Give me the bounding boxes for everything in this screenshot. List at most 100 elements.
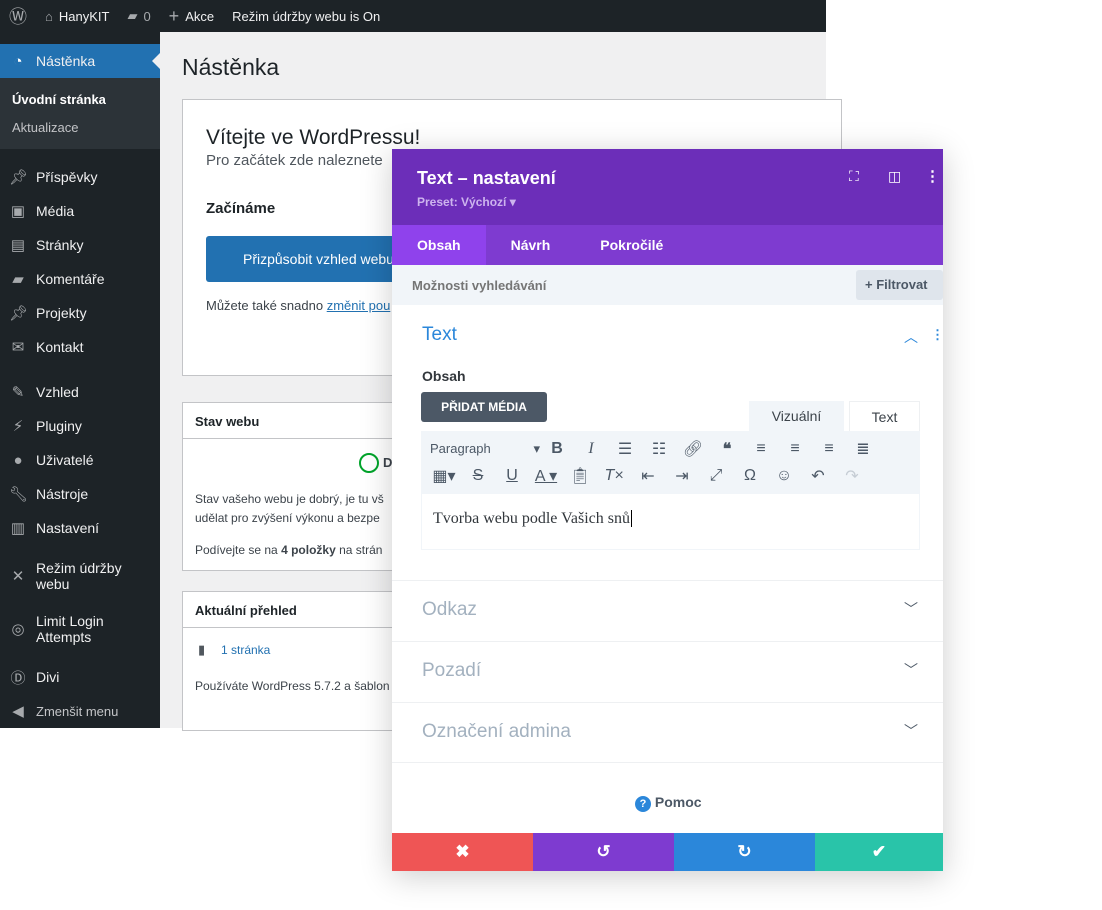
justify-icon[interactable]: ≣ <box>846 439 880 459</box>
numbered-list-icon[interactable]: ☷ <box>642 439 676 459</box>
submenu-home[interactable]: Úvodní stránka <box>12 92 106 107</box>
redo-button[interactable]: ↻ <box>674 833 815 871</box>
sidebar-item-1[interactable]: ▣ Média <box>0 194 160 228</box>
tab-advanced[interactable]: Pokročilé <box>575 225 688 265</box>
undo-icon[interactable]: ↶ <box>801 466 835 486</box>
sidebar-item-11[interactable]: ✕ Režim údržby webu <box>0 554 160 598</box>
tab-content[interactable]: Obsah <box>392 225 486 265</box>
add-media-button[interactable]: PŘIDAT MÉDIA <box>421 392 547 422</box>
settings-icon: ▥ <box>10 520 26 537</box>
tab-design[interactable]: Návrh <box>486 225 576 265</box>
new-content-link[interactable]: + Akce <box>160 0 223 32</box>
sidebar-item-10[interactable]: ▥ Nastavení <box>0 511 160 545</box>
sidebar-item-label: Uživatelé <box>36 452 94 468</box>
indent-icon[interactable]: ⇥ <box>665 466 699 486</box>
paste-text-icon[interactable]: 📋︎ <box>563 466 597 486</box>
text-color-icon[interactable]: A ▾ <box>529 466 563 486</box>
site-link[interactable]: ⌂ HanyKIT <box>36 0 118 32</box>
sidebar-item-4[interactable]: 📌︎ Projekty <box>0 296 160 330</box>
sidebar-item-12[interactable]: ◎ Limit Login Attempts <box>0 607 160 651</box>
sidebar-item-2[interactable]: ▤ Stránky <box>0 228 160 262</box>
user-icon: ● <box>13 451 23 469</box>
pages-icon: ▮ <box>198 642 206 657</box>
sidebar-item-7[interactable]: ⚡︎ Pluginy <box>0 409 160 443</box>
table-icon[interactable]: ▦▾ <box>427 466 461 486</box>
fullscreen-editor-icon[interactable]: ⤢ <box>699 467 733 485</box>
chevron-up-icon[interactable]: ︿ <box>904 327 918 347</box>
tab-text[interactable]: Text <box>849 401 920 431</box>
health-items-link[interactable]: 4 položky <box>281 543 336 557</box>
pin-icon: 📌︎ <box>9 169 29 186</box>
pages-icon: ▤ <box>10 237 26 254</box>
getting-started-heading: Začínáme <box>206 200 276 217</box>
maintenance-status[interactable]: Režim údržby webu is On <box>223 0 389 32</box>
search-input[interactable] <box>412 273 812 297</box>
media-icon: ▣ <box>10 203 26 220</box>
strikethrough-icon[interactable]: S <box>461 467 495 485</box>
filter-button[interactable]: + Filtrovat <box>856 270 943 300</box>
fullscreen-icon[interactable]: ⛶ <box>849 168 859 185</box>
underline-icon[interactable]: U <box>495 467 529 485</box>
save-button[interactable]: ✔ <box>815 833 943 871</box>
sidebar-item-label: Nastavení <box>36 520 100 536</box>
pages-count-link[interactable]: 1 stránka <box>221 643 270 657</box>
group-background[interactable]: Pozadí ﹀ <box>392 641 943 702</box>
sidebar-item-6[interactable]: ✎ Vzhled <box>0 375 160 409</box>
clear-format-icon[interactable]: T× <box>597 467 631 485</box>
chevron-down-icon: ﹀ <box>904 723 918 739</box>
chevron-down-icon: ﹀ <box>904 601 918 617</box>
italic-icon[interactable]: I <box>574 440 608 458</box>
quote-icon[interactable]: ❝ <box>710 439 744 459</box>
submenu: Úvodní stránka Aktualizace <box>0 78 160 149</box>
section-menu-icon[interactable]: ⋮ <box>931 327 944 343</box>
sidebar-item-14[interactable]: ◀ Zmenšit menu <box>0 694 160 728</box>
health-status: D <box>383 455 393 470</box>
align-left-icon[interactable]: ≡ <box>744 440 778 458</box>
sidebar-item-3[interactable]: ▰ Komentáře <box>0 262 160 296</box>
preset-select[interactable]: Preset: Výchozí ▾ <box>417 195 516 209</box>
admin-bar: Ⓦ ⌂ HanyKIT ▰ 0 + Akce Režim údržby webu is… <box>0 0 826 32</box>
bullet-list-icon[interactable]: ☰ <box>608 439 642 459</box>
special-char-icon[interactable]: Ω <box>733 467 767 485</box>
sidebar-item-label: Zmenšit menu <box>36 703 119 719</box>
align-center-icon[interactable]: ≡ <box>778 440 812 458</box>
sidebar-item-label: Režim údržby webu <box>36 560 122 592</box>
welcome-subtitle: Pro začátek zde naleznete <box>206 152 383 169</box>
group-link[interactable]: Odkaz ﹀ <box>392 580 943 641</box>
help-link[interactable]: ? Pomoc <box>635 794 702 812</box>
bold-icon[interactable]: B <box>540 440 574 458</box>
submenu-updates[interactable]: Aktualizace <box>12 120 78 135</box>
link-icon[interactable]: 🔗︎ <box>676 439 710 459</box>
redo-icon[interactable]: ↷ <box>835 466 869 486</box>
sidebar-item-0[interactable]: 📌︎ Příspěvky <box>0 160 160 194</box>
align-right-icon[interactable]: ≡ <box>812 440 846 458</box>
group-admin-label[interactable]: Označení admina ﹀ <box>392 702 943 763</box>
sidebar-item-8[interactable]: ● Uživatelé <box>0 443 160 477</box>
split-view-icon[interactable]: ◫ <box>888 168 901 185</box>
sidebar-item-label: Projekty <box>36 305 87 321</box>
sidebar-item-dashboard[interactable]: ◔ Nástěnka <box>0 44 160 78</box>
chevron-down-icon: ﹀ <box>904 662 918 678</box>
content-label: Obsah <box>422 368 466 384</box>
tab-visual[interactable]: Vizuální <box>749 401 844 431</box>
editor-body[interactable]: Tvorba webu podle Vašich snů <box>421 493 920 550</box>
plus-icon: + <box>168 5 180 26</box>
emoji-icon[interactable]: ☺ <box>767 467 801 485</box>
health-text: Stav vašeho webu je dobrý, je tu vš uděla… <box>195 492 384 525</box>
comment-icon: ▰ <box>12 271 24 288</box>
undo-button[interactable]: ↺ <box>533 833 674 871</box>
comments-link[interactable]: ▰ 0 <box>118 0 159 32</box>
format-select[interactable]: Paragraph ▾ <box>427 441 540 457</box>
sidebar-item-5[interactable]: ✉ Kontakt <box>0 330 160 364</box>
cancel-button[interactable]: ✖ <box>392 833 533 871</box>
outdent-icon[interactable]: ⇤ <box>631 466 665 486</box>
more-options-icon[interactable]: ⋮ <box>925 167 940 185</box>
sidebar-item-label: Nástroje <box>36 486 89 502</box>
health-items: Podívejte se na 4 položky na strán <box>195 543 383 557</box>
sidebar-item-label: Limit Login Attempts <box>36 613 104 645</box>
change-theme-link[interactable]: změnit pou <box>327 298 391 313</box>
sidebar-item-9[interactable]: 🔧︎ Nástroje <box>0 477 160 511</box>
wordpress-logo-icon[interactable]: Ⓦ <box>0 0 36 32</box>
sidebar-item-13[interactable]: Ⓓ Divi <box>0 660 160 694</box>
wp-version: Používáte WordPress 5.7.2 a šablon <box>195 679 390 693</box>
